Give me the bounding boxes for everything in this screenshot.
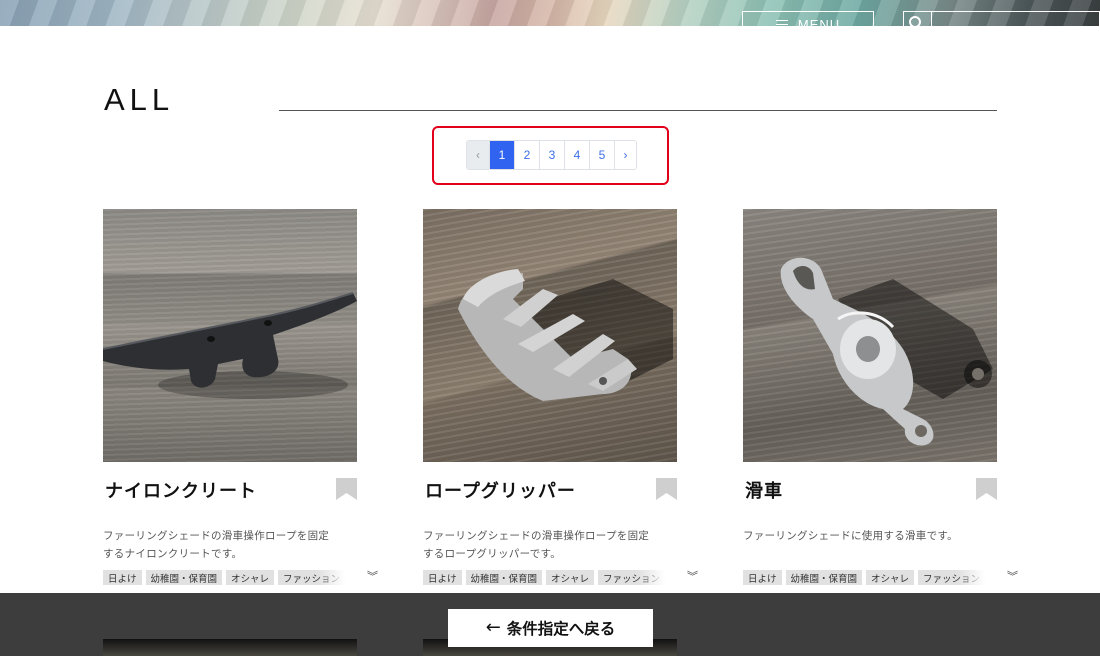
back-to-filters-label: 条件指定へ戻る <box>506 620 616 638</box>
product-image-nylon-cleat[interactable] <box>103 209 357 462</box>
back-to-filters-button[interactable]: ← 条件指定へ戻る <box>448 609 653 647</box>
next-row-product-image[interactable] <box>103 639 357 656</box>
tag[interactable]: 幼稚園・保育園 <box>145 570 223 585</box>
tag[interactable]: 日よけ <box>103 570 142 585</box>
product-description-line: するロープグリッパーです。 <box>423 548 562 560</box>
product-description-line: ファーリングシェードの滑車操作ロープを固定 <box>103 530 330 542</box>
tag[interactable]: オシャレ <box>546 570 595 585</box>
tag-list: 日よけ 幼稚園・保育園 オシャレ ファッション ︾ <box>743 570 1018 586</box>
nylon-cleat-photo <box>103 292 357 399</box>
pagination-prev-button[interactable]: ‹ <box>467 141 489 169</box>
tag[interactable]: オシャレ <box>866 570 915 585</box>
bookmark-icon[interactable] <box>976 478 997 500</box>
product-title-row: ロープグリッパー <box>423 476 677 516</box>
rope-gripper-photo <box>458 269 673 401</box>
product-card: ナイロンクリート ファーリングシェードの滑車操作ロープを固定 するナイロンクリー… <box>103 209 378 585</box>
menu-button[interactable]: MENU <box>742 11 874 32</box>
product-title[interactable]: ナイロンクリート <box>105 477 257 503</box>
product-description-line: ファーリングシェードに使用する滑車です。 <box>743 530 958 542</box>
product-card: 滑車 ファーリングシェードに使用する滑車です。 日よけ 幼稚園・保育園 オシャレ… <box>743 209 1018 585</box>
chevron-double-down-icon[interactable]: ︾ <box>1007 569 1018 585</box>
bookmark-icon[interactable] <box>656 478 677 500</box>
product-description-line: ファーリングシェードの滑車操作ロープを固定 <box>423 530 650 542</box>
pagination-next-button[interactable]: › <box>614 141 636 169</box>
bookmark-icon[interactable] <box>336 478 357 500</box>
tag[interactable]: 幼稚園・保育園 <box>785 570 863 585</box>
tag[interactable]: ファッション <box>278 570 346 585</box>
search-divider <box>931 12 932 26</box>
tag[interactable]: ファッション <box>598 570 666 585</box>
pulley-photo <box>780 257 993 446</box>
tag[interactable]: ファッション <box>918 570 986 585</box>
title-divider <box>279 110 997 111</box>
product-description: ファーリングシェードに使用する滑車です。 <box>743 527 997 545</box>
pagination-page-4[interactable]: 4 <box>564 141 589 169</box>
product-description-line: するナイロンクリートです。 <box>103 548 243 560</box>
tag[interactable]: オシャレ <box>226 570 275 585</box>
product-title-row: 滑車 <box>743 476 997 516</box>
tag-list: 日よけ 幼稚園・保育園 オシャレ ファッション ︾ <box>103 570 378 586</box>
product-description: ファーリングシェードの滑車操作ロープを固定 するロープグリッパーです。 <box>423 527 677 563</box>
page-title: ALL <box>104 82 175 117</box>
pagination-page-3[interactable]: 3 <box>539 141 564 169</box>
pagination-page-1[interactable]: 1 <box>489 141 514 169</box>
product-title[interactable]: ロープグリッパー <box>425 477 576 503</box>
chevron-double-down-icon[interactable]: ︾ <box>687 569 698 585</box>
pagination: ‹ 1 2 3 4 5 › <box>466 140 637 170</box>
product-title-row: ナイロンクリート <box>103 476 357 516</box>
pagination-page-5[interactable]: 5 <box>589 141 614 169</box>
menu-label: MENU <box>797 16 841 32</box>
chevron-double-down-icon[interactable]: ︾ <box>367 569 378 585</box>
arrow-left-icon: ← <box>485 617 501 638</box>
tag[interactable]: 日よけ <box>743 570 782 585</box>
product-image-rope-gripper[interactable] <box>423 209 677 462</box>
hamburger-icon <box>775 20 788 26</box>
tag-list: 日よけ 幼稚園・保育園 オシャレ ファッション ︾ <box>423 570 698 586</box>
product-card: ロープグリッパー ファーリングシェードの滑車操作ロープを固定 するロープグリッパ… <box>423 209 698 585</box>
tag[interactable]: 幼稚園・保育園 <box>465 570 543 585</box>
product-description: ファーリングシェードの滑車操作ロープを固定 するナイロンクリートです。 <box>103 527 357 563</box>
search-button[interactable] <box>903 11 1100 26</box>
product-image-pulley[interactable] <box>743 209 997 462</box>
pagination-page-2[interactable]: 2 <box>514 141 539 169</box>
product-title[interactable]: 滑車 <box>745 477 783 503</box>
search-icon <box>909 16 921 26</box>
tag[interactable]: 日よけ <box>423 570 462 585</box>
